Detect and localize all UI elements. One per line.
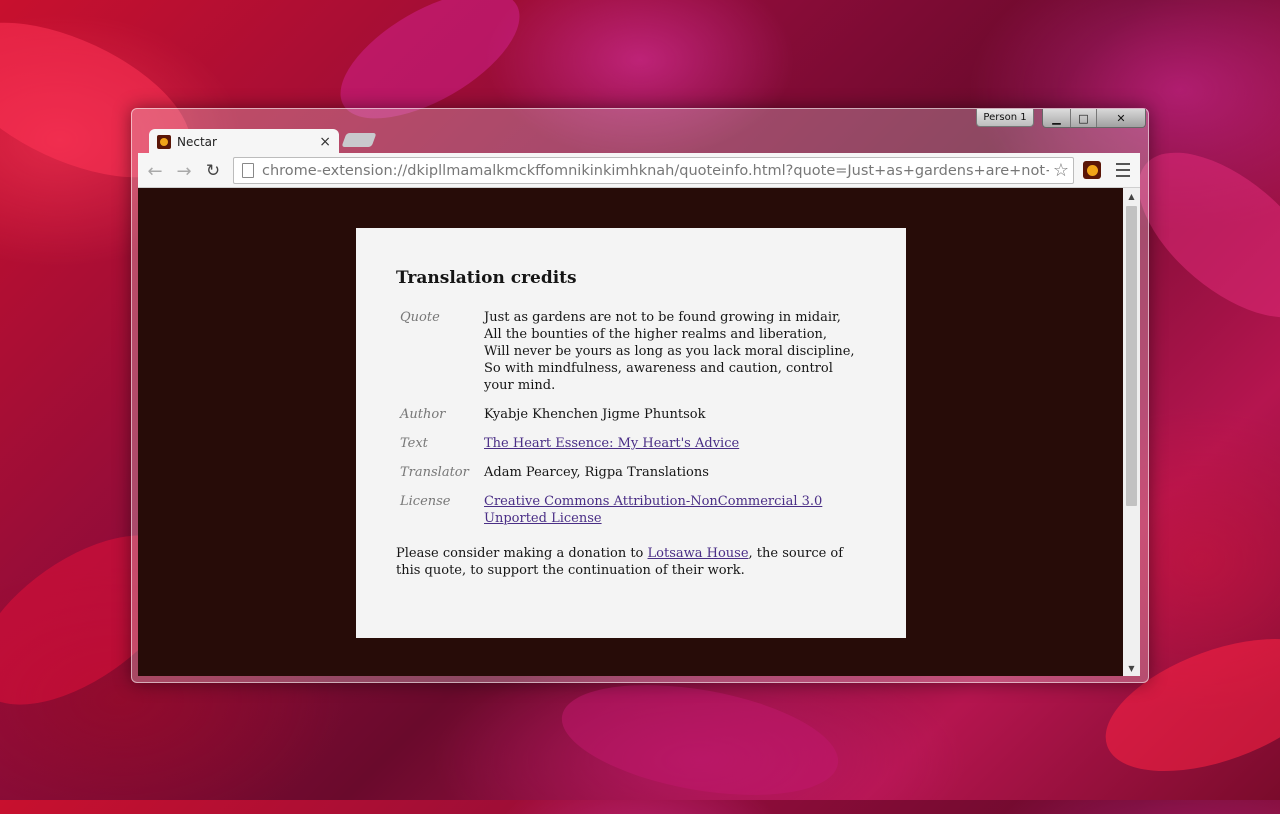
author-label: Author	[400, 407, 446, 422]
tab-close-icon[interactable]: ×	[319, 134, 331, 150]
translator-value: Adam Pearcey, Rigpa Translations	[484, 465, 709, 480]
reload-button[interactable]: ↻	[202, 160, 224, 182]
maximize-button[interactable]: □	[1071, 109, 1097, 127]
license-label: License	[400, 494, 451, 509]
lotsawa-house-link[interactable]: Lotsawa House	[648, 546, 749, 561]
license-link[interactable]: Creative Commons Attribution-NonCommerci…	[484, 494, 822, 526]
donation-note: Please consider making a donation to Lot…	[396, 545, 866, 579]
nectar-extension-icon[interactable]	[1083, 161, 1101, 179]
credits-row-text: Text The Heart Essence: My Heart's Advic…	[396, 435, 866, 464]
url-text[interactable]: chrome-extension://dkipllmamalkmckffomni…	[262, 163, 1049, 179]
credits-row-author: Author Kyabje Khenchen Jigme Phuntsok	[396, 406, 866, 435]
nectar-favicon-icon	[157, 135, 171, 149]
quote-line: So with mindfulness, awareness and cauti…	[484, 361, 833, 393]
window-controls: ▁ □ ✕	[1042, 109, 1146, 128]
text-label: Text	[400, 436, 428, 451]
menu-icon[interactable]	[1116, 163, 1130, 177]
profile-button[interactable]: Person 1	[976, 109, 1034, 127]
credits-row-license: License Creative Commons Attribution-Non…	[396, 493, 866, 539]
bookmark-star-icon[interactable]: ☆	[1049, 160, 1073, 181]
credits-card: Translation credits Quote Just as garden…	[356, 228, 906, 638]
forward-button[interactable]: →	[173, 160, 195, 182]
close-button[interactable]: ✕	[1097, 109, 1145, 127]
page-title: Translation credits	[396, 268, 577, 288]
author-value: Kyabje Khenchen Jigme Phuntsok	[484, 407, 706, 422]
credits-row-translator: Translator Adam Pearcey, Rigpa Translati…	[396, 464, 866, 493]
scroll-thumb[interactable]	[1126, 206, 1137, 506]
address-bar[interactable]: chrome-extension://dkipllmamalkmckffomni…	[233, 157, 1074, 184]
browser-tab[interactable]: Nectar ×	[149, 129, 339, 155]
donation-text-before: Please consider making a donation to	[396, 546, 648, 561]
quote-line: Just as gardens are not to be found grow…	[484, 310, 841, 325]
quote-value: Just as gardens are not to be found grow…	[484, 309, 866, 406]
background-petal	[553, 666, 847, 814]
browser-toolbar: ← → ↻ chrome-extension://dkipllmamalkmck…	[138, 153, 1140, 188]
quote-line: All the bounties of the higher realms an…	[484, 327, 828, 342]
minimize-button[interactable]: ▁	[1043, 109, 1071, 127]
credits-table: Quote Just as gardens are not to be foun…	[396, 309, 866, 539]
quote-line: Will never be yours as long as you lack …	[484, 344, 855, 359]
page-viewport: Translation credits Quote Just as garden…	[138, 188, 1140, 676]
translator-label: Translator	[400, 465, 469, 480]
vertical-scrollbar[interactable]: ▲ ▼	[1123, 188, 1140, 676]
scroll-down-arrow-icon[interactable]: ▼	[1123, 660, 1140, 676]
text-link[interactable]: The Heart Essence: My Heart's Advice	[484, 436, 739, 451]
quote-label: Quote	[400, 310, 440, 325]
credits-row-quote: Quote Just as gardens are not to be foun…	[396, 309, 866, 406]
scroll-up-arrow-icon[interactable]: ▲	[1123, 188, 1140, 204]
page-icon	[242, 163, 254, 178]
browser-window: Nectar × Person 1 ▁ □ ✕ ← → ↻ chrome-ext…	[131, 108, 1149, 683]
new-tab-button[interactable]	[341, 133, 377, 147]
back-button[interactable]: ←	[144, 160, 166, 182]
tab-title: Nectar	[177, 135, 217, 149]
